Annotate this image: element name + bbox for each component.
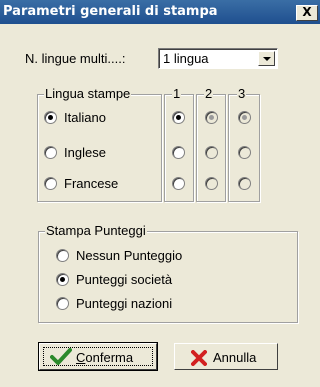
- radio-italiano[interactable]: [44, 111, 57, 124]
- radio-col1-francese[interactable]: [172, 177, 185, 190]
- close-button[interactable]: X: [296, 5, 318, 21]
- dialog-window: Parametri generali di stampa X N. lingue…: [0, 0, 320, 387]
- lingue-multi-select[interactable]: 1 lingua: [158, 48, 278, 69]
- radio-col2-italiano: [205, 111, 218, 124]
- radio-col1-inglese[interactable]: [172, 146, 185, 159]
- stampa-punteggi-title: Stampa Punteggi: [45, 223, 147, 238]
- close-icon: X: [302, 5, 312, 19]
- radio-col3-inglese: [238, 146, 251, 159]
- radio-inglese-label: Inglese: [64, 145, 106, 160]
- radio-col3-francese: [238, 177, 251, 190]
- chevron-down-icon[interactable]: [258, 51, 275, 66]
- radio-punteggi-nazioni-label: Punteggi nazioni: [76, 296, 173, 311]
- radio-col2-francese: [205, 177, 218, 190]
- radio-col3-italiano: [238, 111, 251, 124]
- radio-nessun-punteggio-label: Nessun Punteggio: [76, 248, 183, 263]
- radio-col1-italiano[interactable]: [172, 111, 185, 124]
- radio-italiano-label: Italiano: [64, 110, 106, 125]
- confirm-label: Conferma: [76, 350, 134, 365]
- cancel-label: Annulla: [213, 350, 257, 365]
- checkmark-icon: [50, 348, 72, 365]
- radio-punteggi-societa[interactable]: [56, 273, 69, 286]
- radio-inglese[interactable]: [44, 146, 57, 159]
- cancel-button[interactable]: Annulla: [174, 343, 278, 370]
- lingue-multi-value: 1 lingua: [163, 51, 209, 66]
- confirm-button[interactable]: Conferma: [38, 342, 158, 371]
- red-x-icon: [191, 350, 207, 366]
- lingue-multi-label: N. lingue multi....:: [25, 51, 126, 66]
- lingua-column-2-title: 2: [204, 86, 214, 101]
- radio-francese-label: Francese: [64, 176, 119, 191]
- radio-col2-inglese: [205, 146, 218, 159]
- lingua-column-1-title: 1: [172, 86, 182, 101]
- window-title: Parametri generali di stampa: [3, 4, 218, 19]
- radio-punteggi-nazioni[interactable]: [56, 297, 69, 310]
- radio-punteggi-societa-label: Punteggi società: [76, 272, 173, 287]
- lingua-stampe-title: Lingua stampe: [44, 86, 132, 101]
- radio-nessun-punteggio[interactable]: [56, 249, 69, 262]
- title-bar[interactable]: Parametri generali di stampa X: [0, 0, 320, 24]
- radio-francese[interactable]: [44, 177, 57, 190]
- lingua-column-3-title: 3: [237, 86, 247, 101]
